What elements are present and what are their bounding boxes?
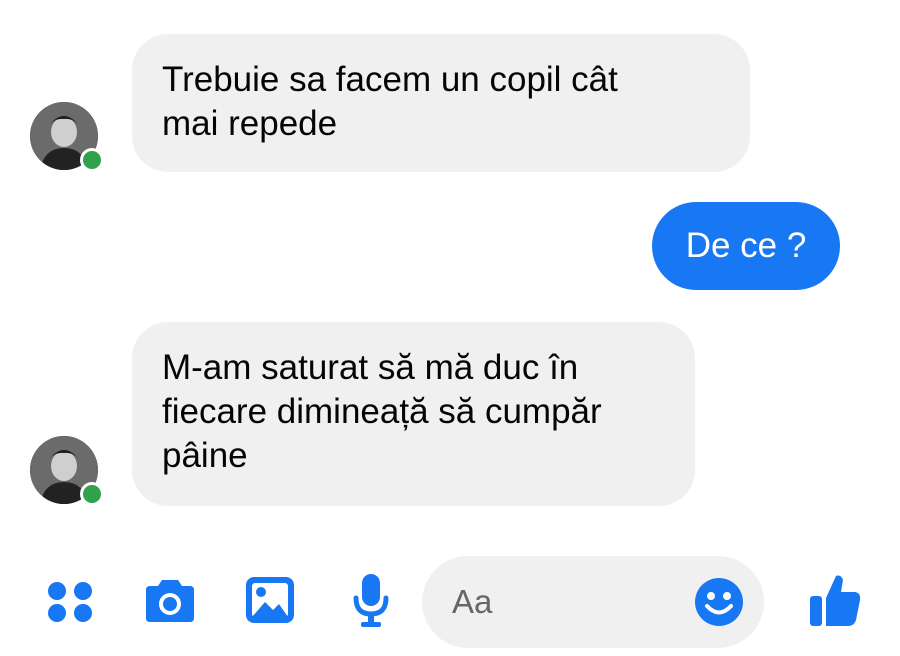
message-line: pâine: [162, 436, 248, 475]
message-bubble-incoming[interactable]: M-am saturat să mă duc în fiecare dimine…: [132, 322, 695, 506]
contact-avatar[interactable]: [30, 436, 104, 506]
message-line: M-am saturat să mă duc în: [162, 348, 579, 387]
message-input[interactable]: Aa: [422, 556, 764, 648]
image-icon[interactable]: [245, 576, 295, 629]
message-line: Trebuie sa facem un copil cât: [162, 60, 618, 99]
message-line: De ce ?: [685, 226, 807, 265]
thumbs-up-icon[interactable]: [808, 572, 862, 633]
message-input-placeholder: Aa: [452, 583, 493, 620]
message-line: fiecare dimineață să cumpăr: [162, 392, 602, 431]
online-status-dot: [80, 148, 104, 172]
message-line: mai repede: [162, 104, 338, 143]
emoji-icon[interactable]: [694, 577, 744, 632]
online-status-dot: [80, 482, 104, 506]
microphone-icon[interactable]: [352, 572, 390, 633]
message-composer: Aa: [0, 548, 900, 656]
contact-avatar[interactable]: [30, 102, 104, 172]
message-bubble-outgoing[interactable]: De ce ?: [652, 202, 840, 290]
message-bubble-incoming[interactable]: Trebuie sa facem un copil cât mai repede: [132, 34, 750, 172]
camera-icon[interactable]: [142, 578, 198, 629]
apps-icon[interactable]: [46, 580, 94, 629]
